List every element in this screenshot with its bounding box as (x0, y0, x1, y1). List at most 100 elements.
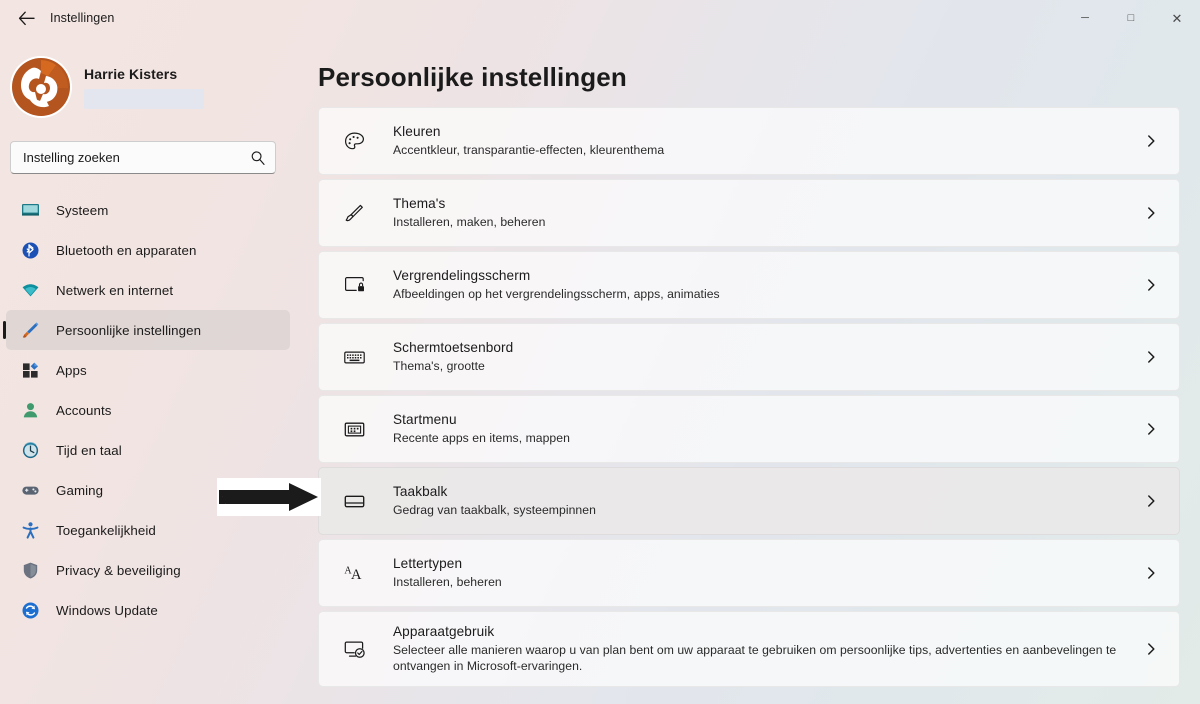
settings-card-kleuren[interactable]: Kleuren Accentkleur, transparantie-effec… (318, 107, 1180, 175)
bluetooth-icon (20, 240, 40, 260)
svg-text:A: A (351, 567, 362, 583)
arrow-right-annotation-icon (219, 483, 318, 511)
card-subtitle: Accentkleur, transparantie-effecten, kle… (393, 142, 665, 157)
settings-card-vergrendelingsscherm[interactable]: Vergrendelingsscherm Afbeeldingen op het… (318, 251, 1180, 319)
account-text: Harrie Kisters (84, 66, 204, 109)
card-subtitle: Gedrag van taakbalk, systeempinnen (393, 502, 596, 517)
sidebar-nav: Systeem Bluetooth en apparaten Netwerk e… (0, 190, 300, 630)
sidebar-item-bluetooth-en-apparaten[interactable]: Bluetooth en apparaten (6, 230, 290, 270)
card-subtitle: Thema's, grootte (393, 358, 485, 373)
account-name: Harrie Kisters (84, 65, 178, 82)
card-title: Schermtoetsenbord (393, 339, 514, 355)
card-subtitle: Recente apps en items, mappen (393, 430, 570, 445)
close-button[interactable]: ✕ (1154, 0, 1200, 36)
card-title: Apparaatgebruik (393, 623, 495, 639)
sidebar-item-label: Windows Update (56, 602, 158, 618)
settings-card-taakbalk[interactable]: Taakbalk Gedrag van taakbalk, systeempin… (318, 467, 1180, 535)
palette-icon (341, 128, 367, 154)
card-title: Taakbalk (393, 483, 448, 499)
sidebar-item-privacy-beveiliging[interactable]: Privacy & beveiliging (6, 550, 290, 590)
settings-card-list: Kleuren Accentkleur, transparantie-effec… (318, 107, 1180, 687)
sidebar-item-label: Gaming (56, 482, 104, 498)
search-box[interactable] (10, 141, 276, 174)
search-input[interactable] (23, 142, 250, 173)
shield-icon (20, 560, 40, 580)
sidebar-item-toegankelijkheid[interactable]: Toegankelijkheid (6, 510, 290, 550)
sidebar-item-apps[interactable]: Apps (6, 350, 290, 390)
sidebar-item-label: Apps (56, 362, 87, 378)
settings-card-schermtoetsenbord[interactable]: Schermtoetsenbord Thema's, grootte (318, 323, 1180, 391)
sidebar: Harrie Kisters Instelling zoeken Systeem… (0, 36, 300, 704)
device-usage-icon (341, 636, 367, 662)
settings-card-themas[interactable]: Thema's Installeren, maken, beheren (318, 179, 1180, 247)
maximize-button[interactable]: □ (1108, 0, 1154, 36)
sidebar-item-systeem[interactable]: Systeem (6, 190, 290, 230)
title-bar: Instellingen ─ □ ✕ (0, 0, 1200, 36)
card-subtitle: Selecteer alle manieren waarop u van pla… (393, 642, 1117, 673)
card-body: Vergrendelingsscherm Afbeeldingen op het… (393, 268, 1139, 302)
card-subtitle: Installeren, beheren (393, 574, 502, 589)
card-title: Startmenu (393, 411, 457, 427)
clock-icon (20, 440, 40, 460)
settings-card-apparaatgebruik[interactable]: Apparaatgebruik Selecteer alle manieren … (318, 611, 1180, 687)
settings-card-lettertypen[interactable]: A A Lettertypen Installeren, beheren (318, 539, 1180, 607)
user-avatar-icon (10, 56, 72, 118)
card-subtitle: Installeren, maken, beheren (393, 214, 546, 229)
gamepad-icon (20, 480, 40, 500)
sidebar-item-netwerk-en-internet[interactable]: Netwerk en internet (6, 270, 290, 310)
minimize-icon: ─ (1081, 11, 1089, 24)
sidebar-item-persoonlijke-instellingen[interactable]: Persoonlijke instellingen (3, 310, 290, 350)
card-subtitle: Afbeeldingen op het vergrendelingsscherm… (393, 286, 720, 301)
search-icon[interactable] (250, 150, 266, 166)
chevron-right-icon[interactable] (1139, 642, 1163, 656)
chevron-right-icon[interactable] (1139, 494, 1163, 508)
sidebar-item-label: Bluetooth en apparaten (56, 242, 197, 258)
card-title: Lettertypen (393, 555, 463, 571)
apps-icon (20, 360, 40, 380)
account-email-redacted (84, 88, 204, 109)
back-button[interactable] (6, 2, 46, 34)
sidebar-item-windows-update[interactable]: Windows Update (6, 590, 290, 630)
annotation-arrow (217, 478, 321, 516)
maximize-icon: □ (1127, 11, 1135, 24)
chevron-right-icon[interactable] (1139, 134, 1163, 148)
sidebar-item-label: Toegankelijkheid (56, 522, 156, 538)
chevron-right-icon[interactable] (1139, 566, 1163, 580)
sidebar-item-label: Systeem (56, 202, 109, 218)
minimize-button[interactable]: ─ (1062, 0, 1108, 36)
taskbar-icon (341, 488, 367, 514)
update-icon (20, 600, 40, 620)
chevron-right-icon[interactable] (1139, 206, 1163, 220)
sidebar-item-label: Persoonlijke instellingen (56, 322, 202, 338)
sidebar-item-accounts[interactable]: Accounts (6, 390, 290, 430)
page-title: Persoonlijke instellingen (318, 62, 627, 92)
accessibility-icon (20, 520, 40, 540)
sidebar-item-label: Tijd en taal (56, 442, 122, 458)
card-body: Thema's Installeren, maken, beheren (393, 196, 1139, 230)
card-body: Schermtoetsenbord Thema's, grootte (393, 340, 1139, 374)
sidebar-item-label: Privacy & beveiliging (56, 562, 181, 578)
account-section[interactable]: Harrie Kisters (10, 54, 300, 120)
sidebar-item-label: Accounts (56, 402, 112, 418)
chevron-right-icon[interactable] (1139, 278, 1163, 292)
avatar (10, 56, 72, 118)
chevron-right-icon[interactable] (1139, 350, 1163, 364)
lockscreen-icon (341, 272, 367, 298)
card-title: Kleuren (393, 123, 441, 139)
brush-icon (341, 200, 367, 226)
chevron-right-icon[interactable] (1139, 422, 1163, 436)
arrow-left-icon (18, 11, 35, 25)
window-title: Instellingen (50, 11, 115, 25)
card-title: Thema's (393, 195, 446, 211)
keyboard-icon (341, 344, 367, 370)
card-body: Startmenu Recente apps en items, mappen (393, 412, 1139, 446)
settings-card-startmenu[interactable]: Startmenu Recente apps en items, mappen (318, 395, 1180, 463)
monitor-icon (20, 200, 40, 220)
card-body: Apparaatgebruik Selecteer alle manieren … (393, 624, 1139, 674)
settings-window: Instellingen ─ □ ✕ Harrie Kisters Instel… (0, 0, 1200, 704)
sidebar-item-label: Netwerk en internet (56, 282, 174, 298)
main-content: Persoonlijke instellingen Kleuren Accent… (300, 36, 1200, 704)
startmenu-icon (341, 416, 367, 442)
sidebar-item-tijd-en-taal[interactable]: Tijd en taal (6, 430, 290, 470)
close-icon: ✕ (1171, 10, 1183, 26)
